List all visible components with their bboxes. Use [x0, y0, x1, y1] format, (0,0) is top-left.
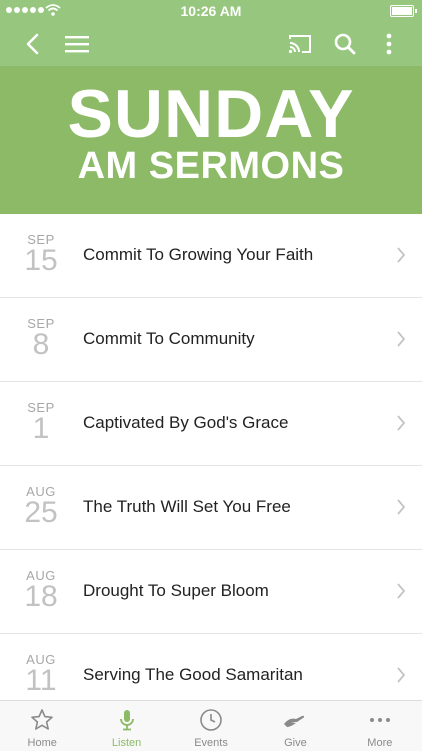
status-bar: 10:26 AM — [0, 0, 422, 22]
chevron-right-icon — [397, 499, 406, 515]
sermon-title: Drought To Super Bloom — [83, 581, 269, 600]
banner-title-line2: AM SERMONS — [77, 145, 345, 187]
series-banner: SUNDAY AM SERMONS — [0, 66, 422, 214]
banner-title-line1: SUNDAY — [67, 76, 355, 152]
top-toolbar — [0, 22, 422, 66]
chevron-right-icon — [397, 667, 406, 683]
sermon-day: 11 — [25, 664, 57, 697]
chevron-right-icon — [397, 583, 406, 599]
hamburger-icon — [65, 36, 89, 53]
chevron-right-icon — [397, 247, 406, 263]
sermon-title: Serving The Good Samaritan — [83, 665, 303, 684]
sermon-day: 18 — [24, 580, 58, 613]
sermon-day: 1 — [32, 412, 50, 445]
cast-icon — [288, 35, 311, 54]
sermon-row[interactable]: AUG 11 Serving The Good Samaritan — [0, 634, 422, 700]
more-dots-icon — [369, 718, 390, 722]
sermon-row[interactable]: SEP 15 Commit To Growing Your Faith — [0, 214, 422, 298]
sermon-day: 8 — [32, 328, 50, 361]
sermon-title: Captivated By God's Grace — [83, 413, 289, 432]
sermon-day: 15 — [24, 244, 58, 277]
chevron-right-icon — [397, 415, 406, 431]
vertical-dots-icon — [386, 33, 392, 55]
back-button[interactable] — [10, 22, 54, 66]
tab-label: Give — [284, 737, 307, 749]
tab-listen[interactable]: Listen — [84, 701, 168, 751]
sermon-row[interactable]: AUG 18 Drought To Super Bloom — [0, 550, 422, 634]
tab-home[interactable]: Home — [0, 701, 84, 751]
tab-label: More — [367, 737, 393, 749]
sermon-row[interactable]: AUG 25 The Truth Will Set You Free — [0, 466, 422, 550]
sermon-title: Commit To Growing Your Faith — [83, 245, 314, 264]
star-icon — [31, 709, 54, 730]
tab-label: Listen — [111, 737, 142, 749]
tab-bar: Home Listen Events Give More — [0, 700, 422, 751]
search-icon — [334, 33, 356, 55]
sermon-row[interactable]: SEP 1 Captivated By God's Grace — [0, 382, 422, 466]
status-time: 10:26 AM — [180, 3, 242, 19]
overflow-menu-button[interactable] — [367, 22, 411, 66]
sermon-row[interactable]: SEP 8 Commit To Community — [0, 298, 422, 382]
tab-events[interactable]: Events — [169, 701, 253, 751]
chevron-left-icon — [26, 33, 39, 55]
cast-button[interactable] — [278, 22, 322, 66]
chevron-right-icon — [397, 331, 406, 347]
sermon-title: Commit To Community — [83, 329, 255, 348]
sermon-title: The Truth Will Set You Free — [83, 497, 291, 516]
menu-button[interactable] — [55, 22, 99, 66]
giving-hand-icon — [284, 715, 305, 727]
tab-label: Home — [27, 737, 57, 749]
sermon-day: 25 — [24, 496, 58, 529]
clock-icon — [200, 709, 222, 731]
tab-more[interactable]: More — [338, 701, 422, 751]
sermon-list: SEP 15 Commit To Growing Your Faith SEP … — [0, 214, 422, 700]
tab-give[interactable]: Give — [253, 701, 337, 751]
search-button[interactable] — [323, 22, 367, 66]
tab-label: Events — [194, 737, 228, 749]
microphone-icon — [119, 710, 134, 731]
battery-icon — [390, 5, 417, 17]
